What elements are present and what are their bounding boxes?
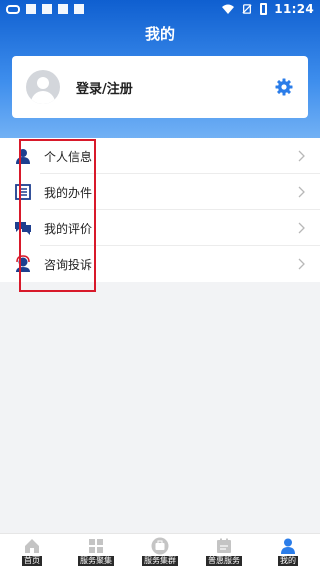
person-icon	[281, 538, 295, 554]
clock-time: 11:24	[274, 2, 314, 16]
tab-service-cluster[interactable]: 服务集群	[128, 534, 192, 569]
page-title: 我的	[144, 25, 175, 43]
tab-inclusive-service[interactable]: 普惠服务	[192, 534, 256, 569]
tab-service-gather[interactable]: 服务聚集	[64, 534, 128, 569]
chevron-right-icon	[298, 258, 305, 270]
chevron-right-icon	[298, 186, 305, 198]
tab-label: 服务聚集	[78, 556, 114, 566]
bottom-tab-bar: 首页 服务聚集 服务集群 普惠服务 我的	[0, 533, 320, 569]
game-controller-icon	[6, 4, 20, 14]
tab-label: 服务集群	[142, 556, 178, 566]
briefcase-icon	[151, 537, 169, 555]
notification-icon	[58, 4, 68, 14]
avatar[interactable]	[26, 70, 60, 104]
wifi-icon	[222, 4, 235, 14]
chevron-right-icon	[298, 222, 305, 234]
gear-icon[interactable]	[274, 77, 294, 97]
battery-icon	[260, 3, 268, 15]
tab-home[interactable]: 首页	[0, 534, 64, 569]
tab-label: 首页	[22, 556, 42, 566]
no-sim-icon	[242, 4, 252, 14]
grid-icon	[89, 539, 103, 553]
profile-card[interactable]: 登录/注册	[12, 56, 308, 118]
tab-label: 普惠服务	[206, 556, 242, 566]
calendar-icon	[217, 538, 231, 553]
login-register-link[interactable]: 登录/注册	[76, 78, 133, 97]
notification-icon	[74, 4, 84, 14]
status-bar: 11:24	[0, 0, 320, 18]
tab-label: 我的	[278, 556, 298, 566]
notification-icon	[26, 4, 36, 14]
tab-mine[interactable]: 我的	[256, 534, 320, 569]
home-icon	[25, 539, 39, 553]
notification-icon	[42, 4, 52, 14]
highlight-box	[19, 139, 96, 292]
chevron-right-icon	[298, 150, 305, 162]
